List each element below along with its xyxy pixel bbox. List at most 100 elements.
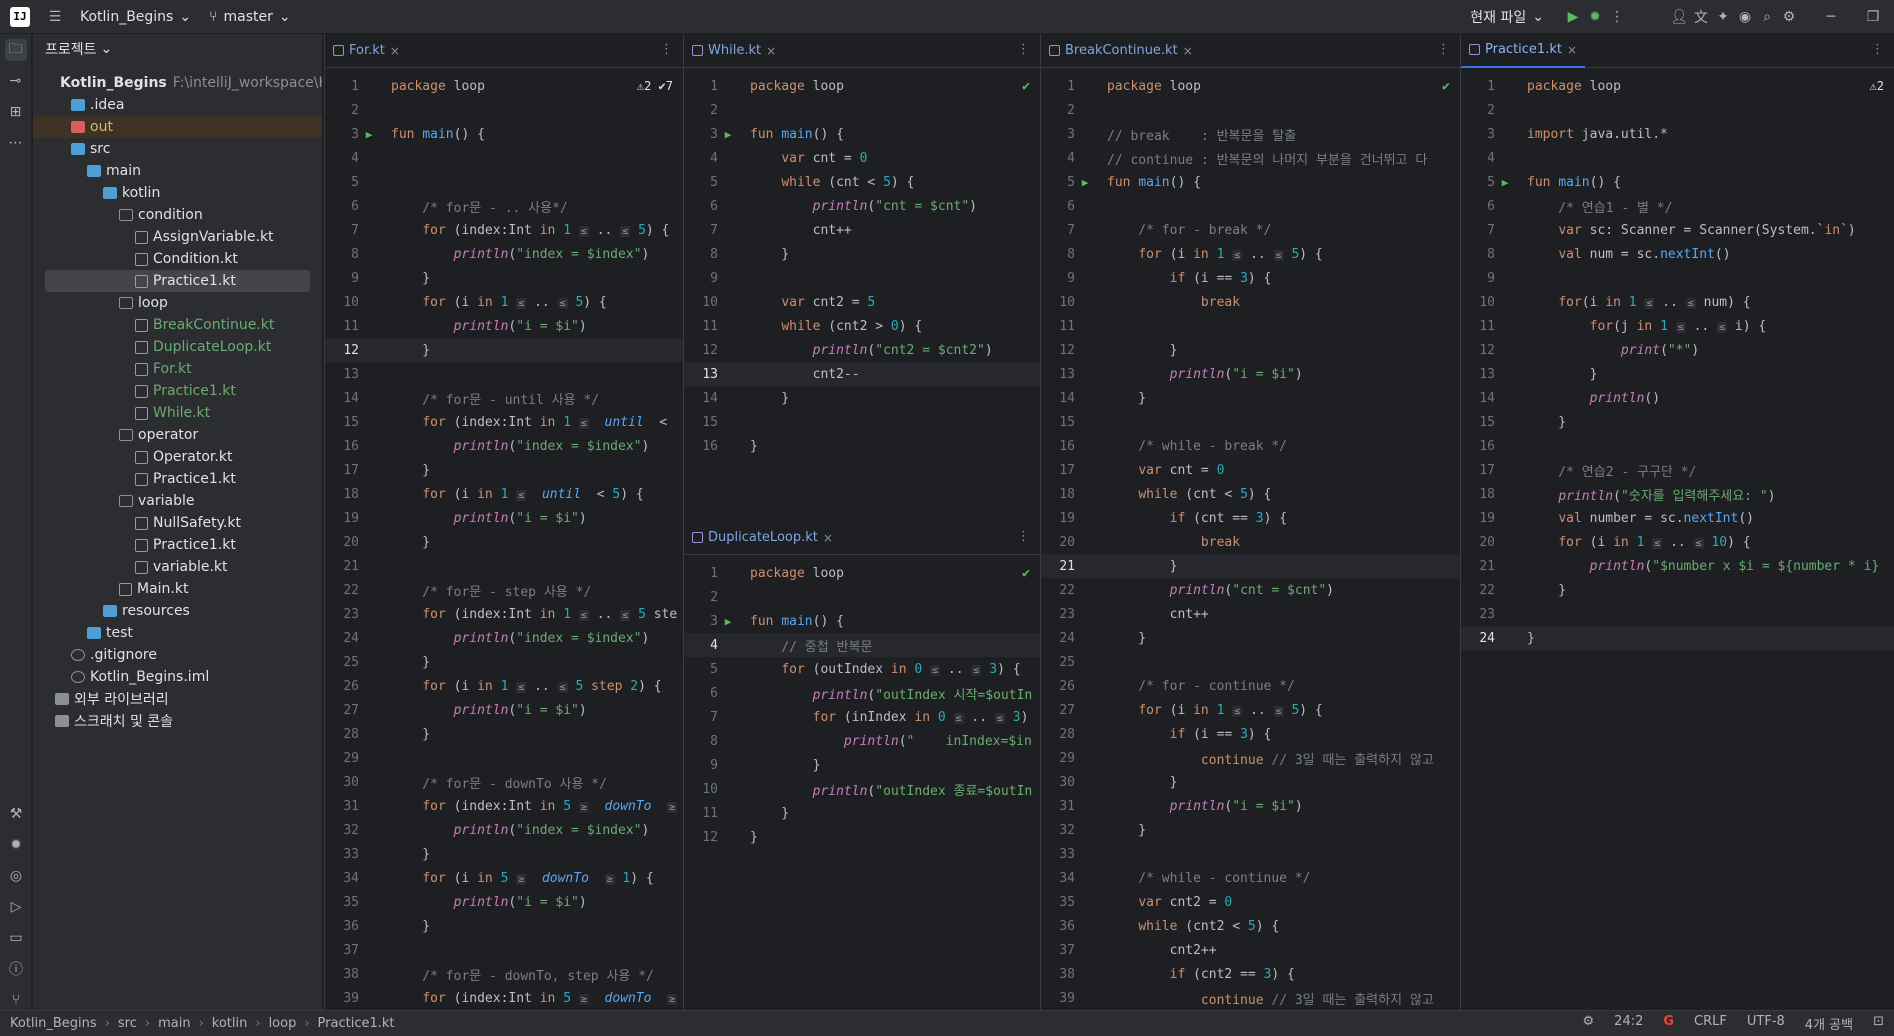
tree-item[interactable]: Practice1.kt [33, 534, 322, 556]
tree-item[interactable]: .gitignore [33, 644, 322, 666]
lock-icon[interactable]: ⊡ [1873, 1014, 1884, 1033]
commit-icon[interactable]: ⊸ [5, 70, 27, 92]
close-tab-icon[interactable]: × [766, 44, 776, 58]
structure-icon[interactable]: ⊞ [5, 101, 27, 123]
tree-item[interactable]: For.kt [33, 358, 322, 380]
code-area[interactable]: 1 package loop ✔ 2 3 ▶ fun main() {4 // 중첩 반복문… [684, 555, 1040, 849]
run-gutter-icon[interactable]: ▶ [1075, 176, 1095, 189]
no-problems-icon[interactable]: ✔ [1442, 79, 1450, 94]
tree-item[interactable]: Main.kt [33, 578, 322, 600]
run-gutter-icon[interactable]: ▶ [359, 128, 379, 141]
editor-tab[interactable]: BreakContinue.kt × [1041, 34, 1201, 68]
build-icon[interactable]: ⚒ [5, 803, 27, 825]
breadcrumb-item[interactable]: kotlin [212, 1016, 248, 1031]
no-problems-icon[interactable]: ✔ [1022, 566, 1030, 581]
main-menu-icon[interactable]: ☰ [44, 6, 66, 28]
close-tab-icon[interactable]: × [390, 44, 400, 58]
services-icon[interactable]: ◎ [5, 865, 27, 887]
tree-item[interactable]: Kotlin_Begins.iml [33, 666, 322, 688]
restore-icon[interactable]: ❐ [1862, 6, 1884, 28]
tree-item[interactable]: main [33, 160, 322, 182]
tab-menu-icon[interactable]: ⋮ [1017, 42, 1030, 57]
inspection-widget[interactable]: ⚠2 ✔7 [637, 79, 673, 93]
code-area[interactable]: 1 package loop ⚠2 ✔7 2 3 ▶ fun main() {4 5 6 /* … [325, 68, 683, 1010]
intellij-logo-icon[interactable]: IJ [10, 6, 30, 27]
breadcrumb-item[interactable]: loop [269, 1016, 297, 1031]
tree-item[interactable]: DuplicateLoop.kt [33, 336, 322, 358]
tree-item[interactable]: Practice1.kt [33, 380, 322, 402]
tree-item[interactable]: Practice1.kt [33, 468, 322, 490]
run-config-selector[interactable]: 현재 파일 ⌄ [1470, 7, 1544, 27]
tree-item[interactable]: AssignVariable.kt [33, 226, 322, 248]
tree-item[interactable]: variable.kt [33, 556, 322, 578]
tree-item[interactable]: Condition.kt [33, 248, 322, 270]
tree-item[interactable]: condition [33, 204, 322, 226]
tree-item[interactable]: 외부 라이브러리 [33, 688, 322, 710]
tree-item[interactable]: loop [33, 292, 322, 314]
file-encoding[interactable]: UTF-8 [1747, 1014, 1785, 1033]
tree-item[interactable]: resources [33, 600, 322, 622]
tree-item[interactable]: While.kt [33, 402, 322, 424]
tree-item[interactable]: Practice1.kt [45, 270, 310, 292]
project-tool-icon[interactable]: 🗀︎ [4, 39, 27, 61]
account-icon[interactable]: 👤︎ [1668, 6, 1690, 28]
terminal-icon[interactable]: ▭ [5, 927, 27, 949]
project-switcher[interactable]: Kotlin_Begins ⌄ [80, 9, 191, 25]
more-tools-icon[interactable]: ⋯ [5, 132, 27, 154]
code-area[interactable]: 1 package loop ✔ 2 3// break : 반복문을 탈출 4// co… [1041, 68, 1460, 1010]
tree-item[interactable]: operator [33, 424, 322, 446]
google-icon[interactable]: G [1663, 1014, 1674, 1033]
line-separator[interactable]: CRLF [1694, 1014, 1727, 1033]
run-icon[interactable]: ▶ [1562, 6, 1584, 28]
tree-item[interactable]: Kotlin_Begins F:\intelliJ_workspace\K [33, 72, 322, 94]
tree-item[interactable]: out [33, 116, 322, 138]
tree-item[interactable]: Operator.kt [33, 446, 322, 468]
tree-item[interactable]: NullSafety.kt [33, 512, 322, 534]
run-gutter-icon[interactable]: ▶ [718, 615, 738, 628]
search-icon[interactable]: ⌕ [1756, 6, 1778, 28]
run-gutter-icon[interactable]: ▶ [1495, 176, 1515, 189]
breadcrumb-item[interactable]: main [158, 1016, 190, 1031]
breadcrumb-item[interactable]: Kotlin_Begins [10, 1016, 97, 1031]
problems-icon[interactable]: ⓘ [5, 958, 27, 980]
tree-item[interactable]: .idea [33, 94, 322, 116]
tree-item[interactable]: kotlin [33, 182, 322, 204]
translate-icon[interactable]: 文 [1690, 6, 1712, 28]
plugin-icon[interactable]: ◉ [1734, 6, 1756, 28]
debug-icon[interactable]: ✹ [1584, 6, 1606, 28]
tab-menu-icon[interactable]: ⋮ [1017, 529, 1030, 544]
indent-setting[interactable]: 4개 공백 [1805, 1014, 1853, 1033]
project-panel-header[interactable]: 프로젝트 ⌄ [33, 34, 322, 64]
tree-item[interactable]: test [33, 622, 322, 644]
tree-item[interactable]: BreakContinue.kt [33, 314, 322, 336]
tab-menu-icon[interactable]: ⋮ [1437, 42, 1450, 57]
branch-switcher[interactable]: ⑂ master ⌄ [209, 9, 291, 25]
tree-item[interactable]: src [33, 138, 322, 160]
editor-tab[interactable]: For.kt × [325, 34, 408, 68]
tab-menu-icon[interactable]: ⋮ [660, 42, 673, 57]
tree-item[interactable]: 스크래치 및 콘솔 [33, 710, 322, 732]
editor-tab[interactable]: DuplicateLoop.kt × [684, 521, 841, 555]
git-icon[interactable]: ⑂ [5, 989, 27, 1011]
ai-assistant-icon[interactable]: ✦ [1712, 6, 1734, 28]
run-tool-icon[interactable]: ▷ [5, 896, 27, 918]
tab-menu-icon[interactable]: ⋮ [1871, 42, 1884, 57]
editor-tab[interactable]: Practice1.kt × [1461, 34, 1586, 68]
close-tab-icon[interactable]: × [1567, 43, 1577, 57]
minimize-icon[interactable]: ─ [1820, 6, 1842, 28]
close-tab-icon[interactable]: × [1183, 44, 1193, 58]
code-area[interactable]: 1 package loop ✔ 2 3 ▶ fun main() {4 var cnt =… [684, 68, 1040, 458]
settings-icon[interactable]: ⚙ [1778, 6, 1800, 28]
breadcrumb-item[interactable]: src [118, 1016, 137, 1031]
breadcrumb-item[interactable]: Practice1.kt [318, 1016, 395, 1031]
close-tab-icon[interactable]: × [823, 531, 833, 545]
run-gutter-icon[interactable]: ▶ [718, 128, 738, 141]
debug-tool-icon[interactable]: ✹ [5, 834, 27, 856]
caret-position[interactable]: 24:2 [1614, 1014, 1643, 1033]
editor-tab[interactable]: While.kt × [684, 34, 784, 68]
code-area[interactable]: 1 package loop ⚠2 2 3 import java.util.* 4 5 ▶ fu… [1461, 68, 1894, 650]
git-sync-icon[interactable]: ⚙ [1583, 1014, 1595, 1033]
no-problems-icon[interactable]: ✔ [1022, 79, 1030, 94]
more-actions-icon[interactable]: ⋮ [1606, 6, 1628, 28]
tree-item[interactable]: variable [33, 490, 322, 512]
